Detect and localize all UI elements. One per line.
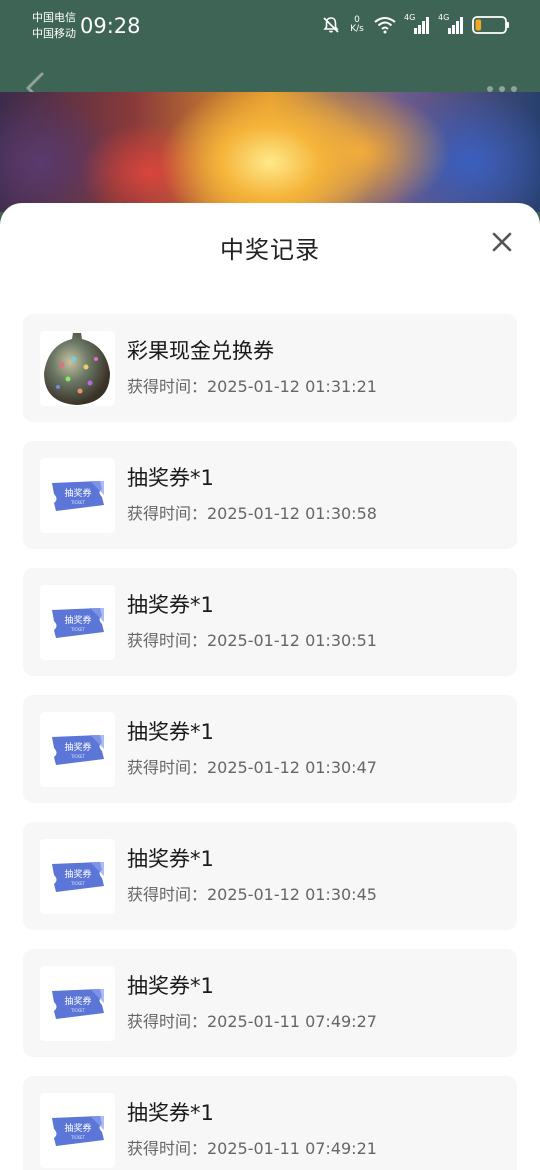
prize-thumbnail: 抽奖券 TICKET [40, 712, 115, 787]
ticket-icon: 抽奖券 TICKET [51, 480, 104, 511]
prize-thumbnail: 抽奖券 TICKET [40, 966, 115, 1041]
prize-name: 抽奖券*1 [127, 720, 214, 744]
prize-time: 获得时间：2025-01-12 01:31:21 [127, 377, 377, 396]
prize-thumbnail: 抽奖券 TICKET [40, 839, 115, 914]
gem-egg-icon [44, 333, 110, 405]
ticket-label: 抽奖券 [64, 614, 91, 626]
sheet-title: 中奖记录 [220, 236, 320, 264]
prize-name: 抽奖券*1 [127, 847, 214, 871]
prize-time: 获得时间：2025-01-12 01:30:51 [127, 631, 377, 650]
ticket-sub: TICKET [69, 1135, 85, 1140]
record-list: 彩果现金兑换券 获得时间：2025-01-12 01:31:21 抽奖券 TIC… [23, 295, 517, 1170]
ticket-label: 抽奖券 [64, 1122, 91, 1134]
carrier-names: 中国电信 中国移动 [32, 10, 76, 42]
event-banner-image [0, 92, 540, 212]
prize-time: 获得时间：2025-01-12 01:30:47 [127, 758, 377, 777]
list-item: 抽奖券 TICKET 抽奖券*1 获得时间：2025-01-12 01:30:5… [23, 568, 517, 676]
signal-1: 4G [404, 13, 430, 35]
prize-thumbnail: 抽奖券 TICKET [40, 1093, 115, 1168]
prize-name: 抽奖券*1 [127, 466, 214, 490]
prize-name: 抽奖券*1 [127, 1101, 214, 1125]
close-icon[interactable] [490, 230, 514, 254]
ticket-sub: TICKET [69, 881, 85, 886]
status-bar: 中国电信 中国移动 09:28 0 K/s 4G 4G [0, 0, 540, 50]
ticket-sub: TICKET [69, 754, 85, 759]
carrier-1: 中国电信 [32, 11, 76, 24]
prize-name: 抽奖券*1 [127, 593, 214, 617]
record-list-viewport[interactable]: 彩果现金兑换券 获得时间：2025-01-12 01:31:21 抽奖券 TIC… [0, 295, 540, 1170]
list-item: 抽奖券 TICKET 抽奖券*1 获得时间：2025-01-11 07:49:2… [23, 949, 517, 1057]
prize-time: 获得时间：2025-01-12 01:30:45 [127, 885, 377, 904]
net-speed: 0 K/s [348, 16, 366, 34]
ticket-label: 抽奖券 [64, 868, 91, 880]
ticket-icon: 抽奖券 TICKET [51, 1115, 104, 1146]
ticket-icon: 抽奖券 TICKET [51, 734, 104, 765]
status-icons: 0 K/s 4G 4G [322, 13, 510, 36]
ticket-label: 抽奖券 [64, 741, 91, 753]
prize-time: 获得时间：2025-01-12 01:30:58 [127, 504, 377, 523]
prize-record-sheet: 中奖记录 彩果现金兑换券 获得时间：2025-01-12 01:31:21 抽奖… [0, 203, 540, 1170]
prize-thumbnail: 抽奖券 TICKET [40, 458, 115, 533]
ticket-sub: TICKET [69, 500, 85, 505]
prize-time: 获得时间：2025-01-11 07:49:21 [127, 1139, 377, 1158]
prize-time: 获得时间：2025-01-11 07:49:27 [127, 1012, 377, 1031]
ticket-label: 抽奖券 [64, 995, 91, 1007]
signal-2-icon [448, 17, 463, 34]
prize-thumbnail [40, 331, 115, 406]
ticket-sub: TICKET [69, 627, 85, 632]
page-header [0, 50, 540, 104]
signal-2: 4G [438, 13, 464, 35]
ticket-label: 抽奖券 [64, 487, 91, 499]
net-speed-unit: K/s [350, 24, 364, 34]
ticket-icon: 抽奖券 TICKET [51, 861, 104, 892]
list-item: 抽奖券 TICKET 抽奖券*1 获得时间：2025-01-12 01:30:4… [23, 695, 517, 803]
status-clock: 09:28 [80, 14, 141, 38]
ticket-icon: 抽奖券 TICKET [51, 607, 104, 638]
signal-1-icon [414, 17, 429, 34]
list-item: 彩果现金兑换券 获得时间：2025-01-12 01:31:21 [23, 314, 517, 422]
prize-thumbnail: 抽奖券 TICKET [40, 585, 115, 660]
wifi-icon [374, 17, 396, 34]
list-item: 抽奖券 TICKET 抽奖券*1 获得时间：2025-01-12 01:30:4… [23, 822, 517, 930]
prize-name: 抽奖券*1 [127, 974, 214, 998]
mute-bell-icon [323, 17, 339, 33]
ticket-icon: 抽奖券 TICKET [51, 988, 104, 1019]
battery-icon [472, 16, 509, 34]
list-item: 抽奖券 TICKET 抽奖券*1 获得时间：2025-01-12 01:30:5… [23, 441, 517, 549]
carrier-2: 中国移动 [32, 27, 76, 40]
prize-name: 彩果现金兑换券 [127, 339, 274, 363]
ticket-sub: TICKET [69, 1008, 85, 1013]
list-item: 抽奖券 TICKET 抽奖券*1 获得时间：2025-01-11 07:49:2… [23, 1076, 517, 1170]
